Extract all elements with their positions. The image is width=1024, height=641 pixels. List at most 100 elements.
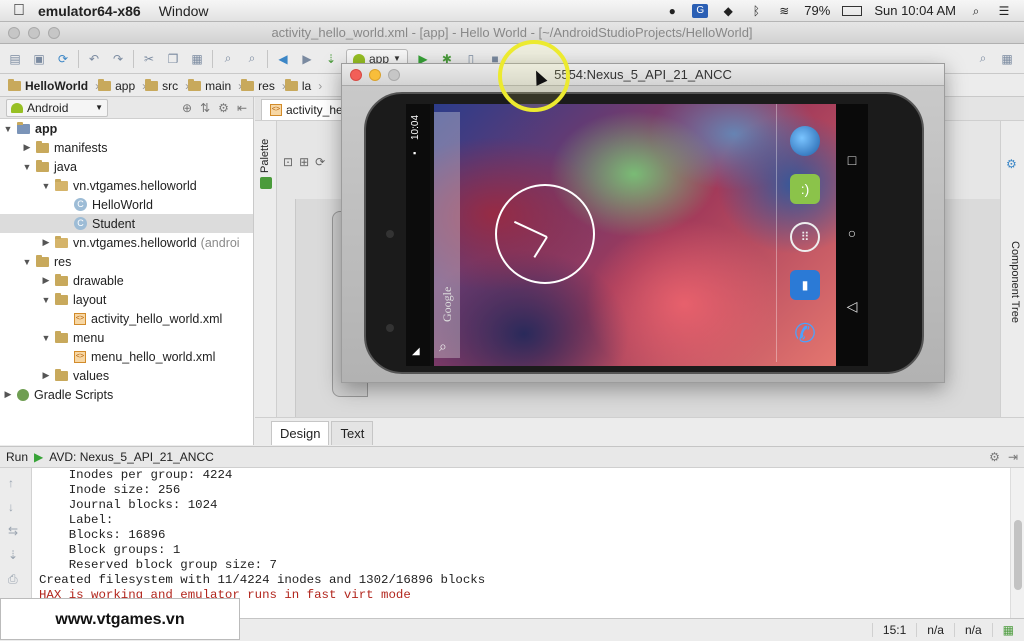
- line-separator[interactable]: n/a: [916, 622, 954, 637]
- dropbox-icon[interactable]: ◆: [720, 4, 736, 18]
- tree-item[interactable]: C Student: [0, 214, 253, 233]
- phone-screen[interactable]: 10:04 ▪ ◢ Google ⌕ :) ⠿ ▮ ✆: [406, 104, 836, 366]
- tree-item[interactable]: <> menu_hello_world.xml: [0, 347, 253, 366]
- scrollbar-thumb[interactable]: [1014, 520, 1022, 590]
- expanded-arrow-icon[interactable]: ▼: [40, 333, 52, 343]
- project-structure-icon[interactable]: ▦: [998, 50, 1016, 68]
- collapsed-arrow-icon[interactable]: ▶: [40, 370, 52, 381]
- collapsed-arrow-icon[interactable]: ▶: [40, 275, 52, 286]
- run-console-output[interactable]: Inodes per group: 4224 Inode size: 256 J…: [32, 468, 1010, 618]
- collapsed-arrow-icon[interactable]: ▶: [21, 142, 33, 153]
- home-button[interactable]: ○: [844, 225, 860, 241]
- recent-apps-button[interactable]: □: [844, 152, 860, 168]
- spotlight-search-icon[interactable]: ⌕: [968, 4, 984, 18]
- menu-clock[interactable]: Sun 10:04 AM: [874, 3, 956, 18]
- scroll-down-icon[interactable]: ↓: [8, 500, 14, 514]
- refresh-icon[interactable]: ⟳: [315, 155, 325, 169]
- collapsed-arrow-icon[interactable]: ▶: [40, 237, 52, 248]
- expanded-arrow-icon[interactable]: ▼: [21, 162, 33, 172]
- scroll-up-icon[interactable]: ↑: [8, 476, 14, 490]
- hide-panel-icon[interactable]: ⇥: [1008, 450, 1018, 464]
- google-search-bar[interactable]: Google ⌕: [434, 112, 460, 358]
- tree-item[interactable]: ▼ res: [0, 252, 253, 271]
- tree-item[interactable]: ▶ drawable: [0, 271, 253, 290]
- print-icon[interactable]: ⎙: [8, 572, 18, 587]
- zoom-actual-icon[interactable]: ⊞: [299, 155, 309, 169]
- component-tree-strip[interactable]: ⚙ Component Tree: [1000, 121, 1024, 417]
- open-folder-icon[interactable]: ▤: [6, 50, 24, 68]
- event-log-icon[interactable]: ▦: [991, 622, 1024, 637]
- breadcrumb-item[interactable]: main: [186, 78, 242, 93]
- sync-icon[interactable]: ⟳: [54, 50, 72, 68]
- minimize-window-button[interactable]: [28, 27, 40, 39]
- bluetooth-icon[interactable]: ᛒ: [748, 4, 764, 18]
- phone-dialer-icon[interactable]: ✆: [790, 318, 820, 348]
- caret-position[interactable]: 15:1: [871, 622, 916, 637]
- gear-icon[interactable]: ⚙: [218, 101, 229, 115]
- zoom-fit-icon[interactable]: ⊡: [283, 155, 293, 169]
- run-config-name[interactable]: AVD: Nexus_5_API_21_ANCC: [49, 450, 214, 464]
- close-window-button[interactable]: [350, 69, 362, 81]
- back-button[interactable]: ◁: [844, 298, 860, 315]
- redo-icon[interactable]: ↷: [109, 50, 127, 68]
- expanded-arrow-icon[interactable]: ▼: [21, 257, 33, 267]
- tree-item[interactable]: ▼ vn.vtgames.helloworld: [0, 176, 253, 195]
- expanded-arrow-icon[interactable]: ▼: [2, 124, 14, 134]
- tree-item[interactable]: C HelloWorld: [0, 195, 253, 214]
- soft-wrap-icon[interactable]: ⇆: [8, 524, 18, 538]
- battery-icon[interactable]: [842, 5, 863, 16]
- tree-item[interactable]: ▼ layout: [0, 290, 253, 309]
- save-all-icon[interactable]: ▣: [30, 50, 48, 68]
- close-window-button[interactable]: [8, 27, 20, 39]
- collapse-all-icon[interactable]: ⇅: [200, 101, 210, 115]
- scroll-to-end-icon[interactable]: ⇣: [8, 548, 18, 562]
- gear-icon[interactable]: ⚙: [1006, 157, 1017, 171]
- zoom-window-button[interactable]: [48, 27, 60, 39]
- breadcrumb-item[interactable]: res: [239, 78, 285, 93]
- status-bar[interactable]: 10:04 ▪ ◢: [406, 104, 430, 366]
- apple-menu-icon[interactable]: : [0, 2, 38, 20]
- palette-label[interactable]: Palette: [259, 139, 271, 173]
- back-icon[interactable]: ◀: [274, 50, 292, 68]
- analog-clock-widget[interactable]: [495, 184, 595, 284]
- hide-panel-icon[interactable]: ⇤: [237, 101, 247, 115]
- notification-center-icon[interactable]: ☰: [996, 4, 1012, 18]
- expanded-arrow-icon[interactable]: ▼: [40, 295, 52, 305]
- run-icon[interactable]: ▶: [34, 450, 43, 464]
- paste-icon[interactable]: ▦: [188, 50, 206, 68]
- tree-item[interactable]: ▶ manifests: [0, 138, 253, 157]
- forward-icon[interactable]: ▶: [298, 50, 316, 68]
- breadcrumb-item[interactable]: app: [96, 78, 146, 93]
- tree-item[interactable]: ▶ values: [0, 366, 253, 385]
- replace-icon[interactable]: ⌕: [243, 50, 261, 68]
- tab-design[interactable]: Design: [271, 421, 330, 445]
- emulator-title-bar[interactable]: 5554:Nexus_5_API_21_ANCC: [342, 64, 944, 86]
- expanded-arrow-icon[interactable]: ▼: [40, 181, 52, 191]
- app-menu[interactable]: emulator64-x86: [38, 3, 141, 19]
- breadcrumb-item[interactable]: HelloWorld: [6, 78, 99, 93]
- sync-target-icon[interactable]: ⊕: [182, 101, 192, 115]
- tree-item[interactable]: ▼ app: [0, 119, 253, 138]
- zoom-window-button[interactable]: [388, 69, 400, 81]
- breadcrumb-item[interactable]: la: [283, 78, 323, 93]
- search-everywhere-icon[interactable]: ⌕: [974, 50, 992, 68]
- find-icon[interactable]: ⌕: [219, 50, 237, 68]
- tab-text[interactable]: Text: [331, 421, 374, 445]
- undo-icon[interactable]: ↶: [85, 50, 103, 68]
- all-apps-icon[interactable]: ⠿: [790, 222, 820, 252]
- battery-percent[interactable]: 79%: [804, 3, 830, 18]
- window-menu[interactable]: Window: [159, 3, 209, 19]
- project-view-select[interactable]: Android ▼: [6, 98, 108, 117]
- make-project-icon[interactable]: ⇣: [322, 50, 340, 68]
- contacts-icon[interactable]: ▮: [790, 270, 820, 300]
- gear-icon[interactable]: ⚙: [989, 450, 1000, 464]
- google-drive-icon[interactable]: G: [692, 3, 709, 18]
- palette-tool-strip[interactable]: Palette: [255, 121, 277, 417]
- tree-item[interactable]: ▼ java: [0, 157, 253, 176]
- tree-item[interactable]: ▶ vn.vtgames.helloworld (androi: [0, 233, 253, 252]
- search-icon[interactable]: ⌕: [439, 338, 447, 355]
- emulator-window[interactable]: 5554:Nexus_5_API_21_ANCC 10:04 ▪ ◢ Googl…: [341, 63, 945, 383]
- console-scrollbar[interactable]: [1010, 468, 1024, 618]
- component-tree-label[interactable]: Component Tree: [1009, 241, 1021, 323]
- editor-tab[interactable]: <> activity_he: [261, 99, 352, 120]
